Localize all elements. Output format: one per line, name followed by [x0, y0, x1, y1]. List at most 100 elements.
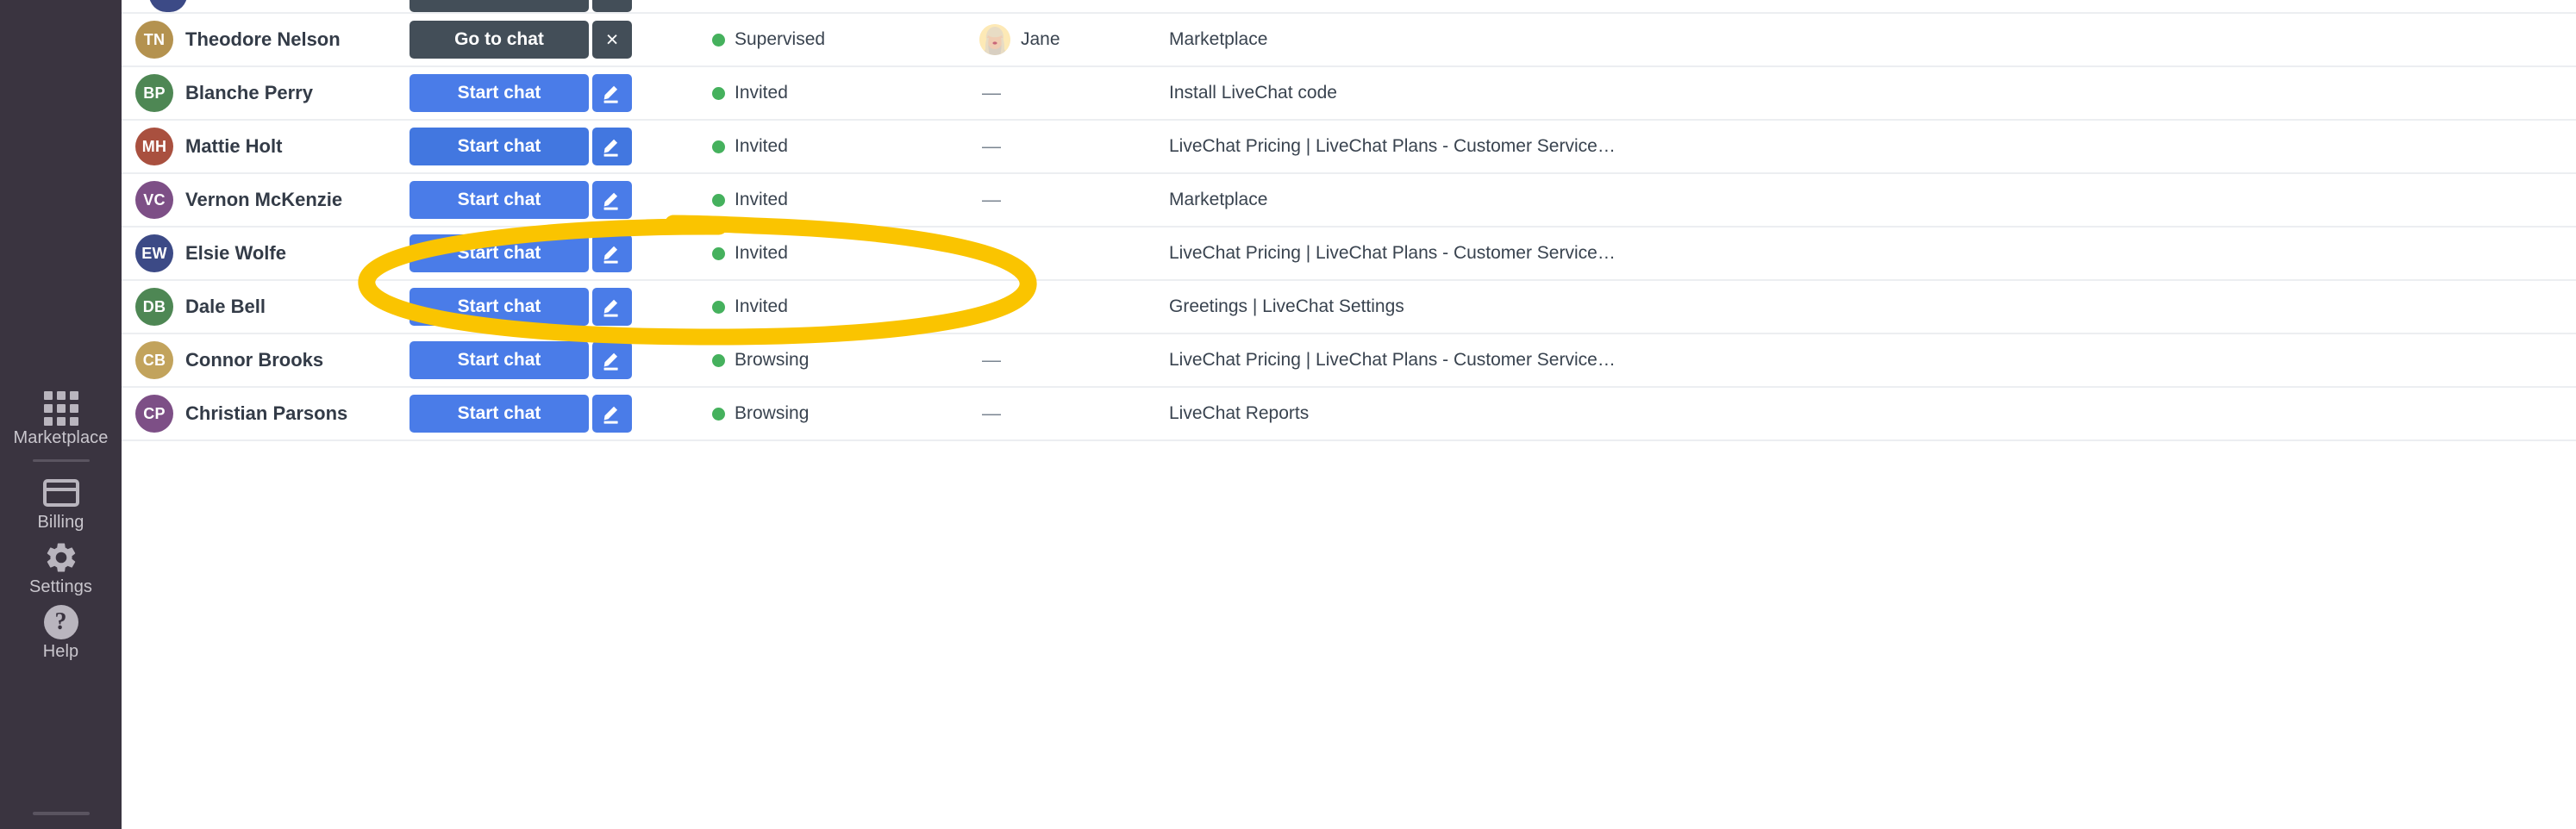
page-title: LiveChat Reports [1169, 403, 1310, 423]
page-cell: LiveChat Pricing | LiveChat Plans - Cust… [1169, 350, 2576, 371]
pencil-glyph [603, 406, 618, 424]
agent-empty-placeholder: — [982, 242, 1001, 264]
status-badge: Invited [735, 190, 788, 209]
customer-name: Dale Bell [185, 296, 266, 317]
status-badge: Invited [735, 136, 788, 156]
avatar [149, 0, 187, 12]
table-row[interactable]: VC Vernon McKenzie Start chat Invited — Marke… [122, 174, 2576, 228]
table-row-partial-top[interactable] [122, 0, 2576, 14]
status-dot-icon [712, 86, 725, 100]
page-title: LiveChat Pricing | LiveChat Plans - Cust… [1169, 350, 1616, 370]
agent-photo-glyph [979, 24, 1010, 55]
start-chat-button[interactable]: Start chat [410, 74, 589, 112]
customer-cell: EW Elsie Wolfe [122, 234, 397, 272]
table-row[interactable]: BP Blanche Perry Start chat Invited — Install… [122, 67, 2576, 121]
start-chat-button[interactable]: Start chat [410, 288, 589, 326]
status-cell: Browsing [712, 403, 979, 424]
secondary-button-partial[interactable] [592, 0, 632, 12]
agent-cell: Jane [979, 24, 1169, 55]
app-window: Marketplace Billing Settings ? Help TN T… [0, 0, 2576, 829]
pencil-glyph [603, 299, 618, 317]
sidebar-item-label-help: Help [42, 642, 79, 661]
action-cell: Start chat [397, 181, 712, 219]
table-row[interactable]: CB Connor Brooks Start chat Browsing — LiveCh… [122, 334, 2576, 388]
customer-cell: MH Mattie Holt [122, 128, 397, 165]
pencil-icon[interactable] [592, 395, 632, 433]
customer-cell: DB Dale Bell [122, 288, 397, 326]
page-title: Greetings | LiveChat Settings [1169, 296, 1404, 316]
agent-cell: — [979, 189, 1169, 211]
visitor-rows-container: TN Theodore Nelson Go to chat × Supervised Ja… [122, 14, 2576, 441]
agent-empty-placeholder: — [982, 189, 1001, 210]
table-row[interactable]: DB Dale Bell Start chat Invited — Greetings |… [122, 281, 2576, 334]
customer-cell: CP Christian Parsons [122, 395, 397, 433]
start-chat-button[interactable]: Start chat [410, 341, 589, 379]
sidebar-item-help[interactable]: ? Help [0, 599, 122, 664]
grid-icon [43, 390, 78, 427]
pencil-icon[interactable] [592, 234, 632, 272]
customer-name: Christian Parsons [185, 402, 348, 424]
sidebar-item-label-marketplace: Marketplace [13, 428, 109, 447]
table-row[interactable]: EW Elsie Wolfe Start chat Invited — LiveChat … [122, 228, 2576, 281]
action-button-partial[interactable] [410, 0, 589, 12]
start-chat-button[interactable]: Start chat [410, 181, 589, 219]
action-cell: Start chat [397, 395, 712, 433]
pencil-glyph [603, 246, 618, 264]
avatar: TN [135, 21, 173, 59]
start-chat-button[interactable]: Start chat [410, 234, 589, 272]
page-cell: Marketplace [1169, 29, 2576, 50]
table-row[interactable]: MH Mattie Holt Start chat Invited — LiveChat … [122, 121, 2576, 174]
sidebar-item-settings[interactable]: Settings [0, 534, 122, 599]
customer-cell: BP Blanche Perry [122, 74, 397, 112]
pencil-icon[interactable] [592, 74, 632, 112]
status-cell: Invited [712, 83, 979, 103]
go-to-chat-button[interactable]: Go to chat [410, 21, 589, 59]
page-title: LiveChat Pricing | LiveChat Plans - Cust… [1169, 243, 1616, 263]
avatar: CP [135, 395, 173, 433]
sidebar-item-billing[interactable]: Billing [0, 470, 122, 534]
table-row[interactable]: CP Christian Parsons Start chat Browsing — Li… [122, 388, 2576, 441]
start-chat-button[interactable]: Start chat [410, 128, 589, 165]
action-cell: Start chat [397, 288, 712, 326]
customer-cell: TN Theodore Nelson [122, 21, 397, 59]
avatar: CB [135, 341, 173, 379]
customer-cell: CB Connor Brooks [122, 341, 397, 379]
status-dot-icon [712, 407, 725, 421]
pencil-icon[interactable] [592, 341, 632, 379]
pencil-icon[interactable] [592, 128, 632, 165]
status-cell: Invited [712, 190, 979, 210]
status-dot-icon [712, 140, 725, 153]
customer-name: Mattie Holt [185, 135, 283, 157]
customer-name: Connor Brooks [185, 349, 324, 371]
close-icon[interactable]: × [592, 21, 632, 59]
avatar: DB [135, 288, 173, 326]
start-chat-button[interactable]: Start chat [410, 395, 589, 433]
pencil-glyph [603, 352, 618, 371]
agent-cell: — [979, 135, 1169, 158]
status-badge: Browsing [735, 350, 810, 370]
visitor-list-panel: TN Theodore Nelson Go to chat × Supervised Ja… [122, 0, 2576, 829]
status-dot-icon [712, 300, 725, 314]
page-title: Marketplace [1169, 190, 1268, 209]
sidebar-nav-list: Marketplace Billing Settings ? Help [0, 385, 122, 664]
action-cell: Go to chat × [397, 21, 712, 59]
avatar: BP [135, 74, 173, 112]
pencil-icon[interactable] [592, 181, 632, 219]
page-title: LiveChat Pricing | LiveChat Plans - Cust… [1169, 136, 1616, 156]
agent-empty-placeholder: — [982, 135, 1001, 157]
sidebar-divider-bottom [33, 812, 90, 815]
sidebar-item-marketplace[interactable]: Marketplace [0, 385, 122, 450]
status-cell: Invited [712, 136, 979, 157]
avatar: MH [135, 128, 173, 165]
customer-name: Theodore Nelson [185, 28, 341, 50]
action-cell: Start chat [397, 234, 712, 272]
table-row[interactable]: TN Theodore Nelson Go to chat × Supervised Ja… [122, 14, 2576, 67]
question-circle-icon: ? [43, 604, 78, 640]
page-title: Marketplace [1169, 29, 1268, 49]
status-dot-icon [712, 246, 725, 260]
left-sidebar: Marketplace Billing Settings ? Help [0, 0, 122, 829]
status-dot-icon [712, 193, 725, 207]
page-cell: Install LiveChat code [1169, 83, 2576, 103]
pencil-icon[interactable] [592, 288, 632, 326]
partial-customer-cell [122, 0, 397, 12]
